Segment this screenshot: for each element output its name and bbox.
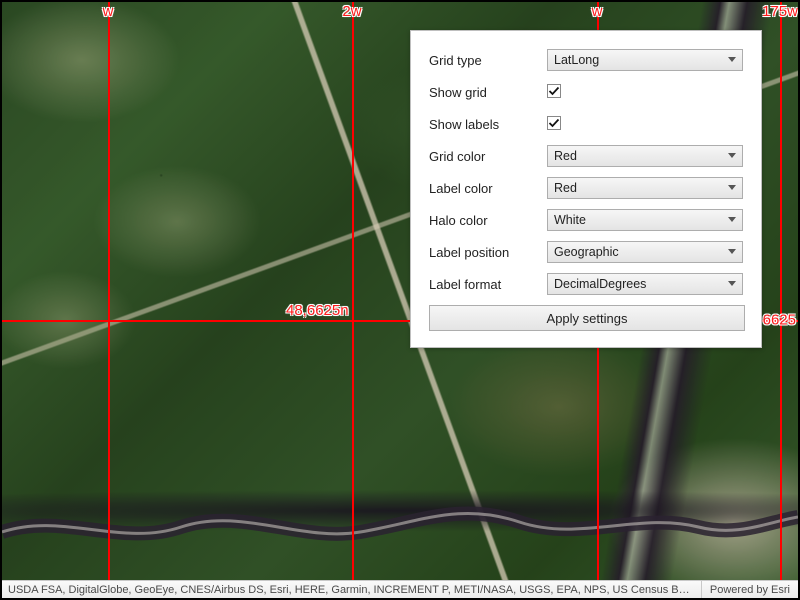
label-format-select[interactable]: DecimalDegrees [547,273,743,295]
label-position-select[interactable]: Geographic [547,241,743,263]
show-labels-checkbox[interactable] [547,116,561,130]
label-position-value: Geographic [554,245,619,259]
chevron-down-icon [728,248,736,256]
halo-color-label: Halo color [429,213,547,228]
chevron-down-icon [728,152,736,160]
apply-settings-label: Apply settings [547,311,628,326]
chevron-down-icon [728,56,736,64]
chevron-down-icon [728,184,736,192]
attribution-credits: USDA FSA, DigitalGlobe, GeoEye, CNES/Air… [2,584,701,596]
grid-label-longitude: w [592,3,603,20]
label-color-select[interactable]: Red [547,177,743,199]
halo-color-select[interactable]: White [547,209,743,231]
grid-line-vertical [108,2,110,580]
grid-type-select[interactable]: LatLong [547,49,743,71]
label-position-label: Label position [429,245,547,260]
show-labels-label: Show labels [429,117,547,132]
label-color-value: Red [554,181,577,195]
grid-label-longitude: 175w [762,3,798,20]
chevron-down-icon [728,280,736,288]
grid-label-latitude-edge: 6625 [763,312,796,329]
grid-color-select[interactable]: Red [547,145,743,167]
grid-settings-panel: Grid type LatLong Show grid Show labels [410,30,762,348]
check-icon [548,117,560,129]
grid-label-longitude: w [103,3,114,20]
show-grid-label: Show grid [429,85,547,100]
grid-line-vertical [780,2,782,580]
grid-color-value: Red [554,149,577,163]
check-icon [548,85,560,97]
attribution-bar: USDA FSA, DigitalGlobe, GeoEye, CNES/Air… [2,580,798,598]
label-format-label: Label format [429,277,547,292]
label-color-label: Label color [429,181,547,196]
chevron-down-icon [728,216,736,224]
grid-label-latitude: 48,6625n [286,302,349,319]
grid-type-label: Grid type [429,53,547,68]
halo-color-value: White [554,213,586,227]
grid-color-label: Grid color [429,149,547,164]
attribution-powered-by[interactable]: Powered by Esri [701,581,798,598]
show-grid-checkbox[interactable] [547,84,561,98]
grid-label-longitude: 2w [342,3,361,20]
label-format-value: DecimalDegrees [554,277,646,291]
apply-settings-button[interactable]: Apply settings [429,305,745,331]
grid-line-vertical [352,2,354,580]
grid-type-value: LatLong [554,53,599,67]
map-stage: w 2w w 175w 48,6625n 6625 USDA FSA, DigitalGl… [0,0,800,600]
